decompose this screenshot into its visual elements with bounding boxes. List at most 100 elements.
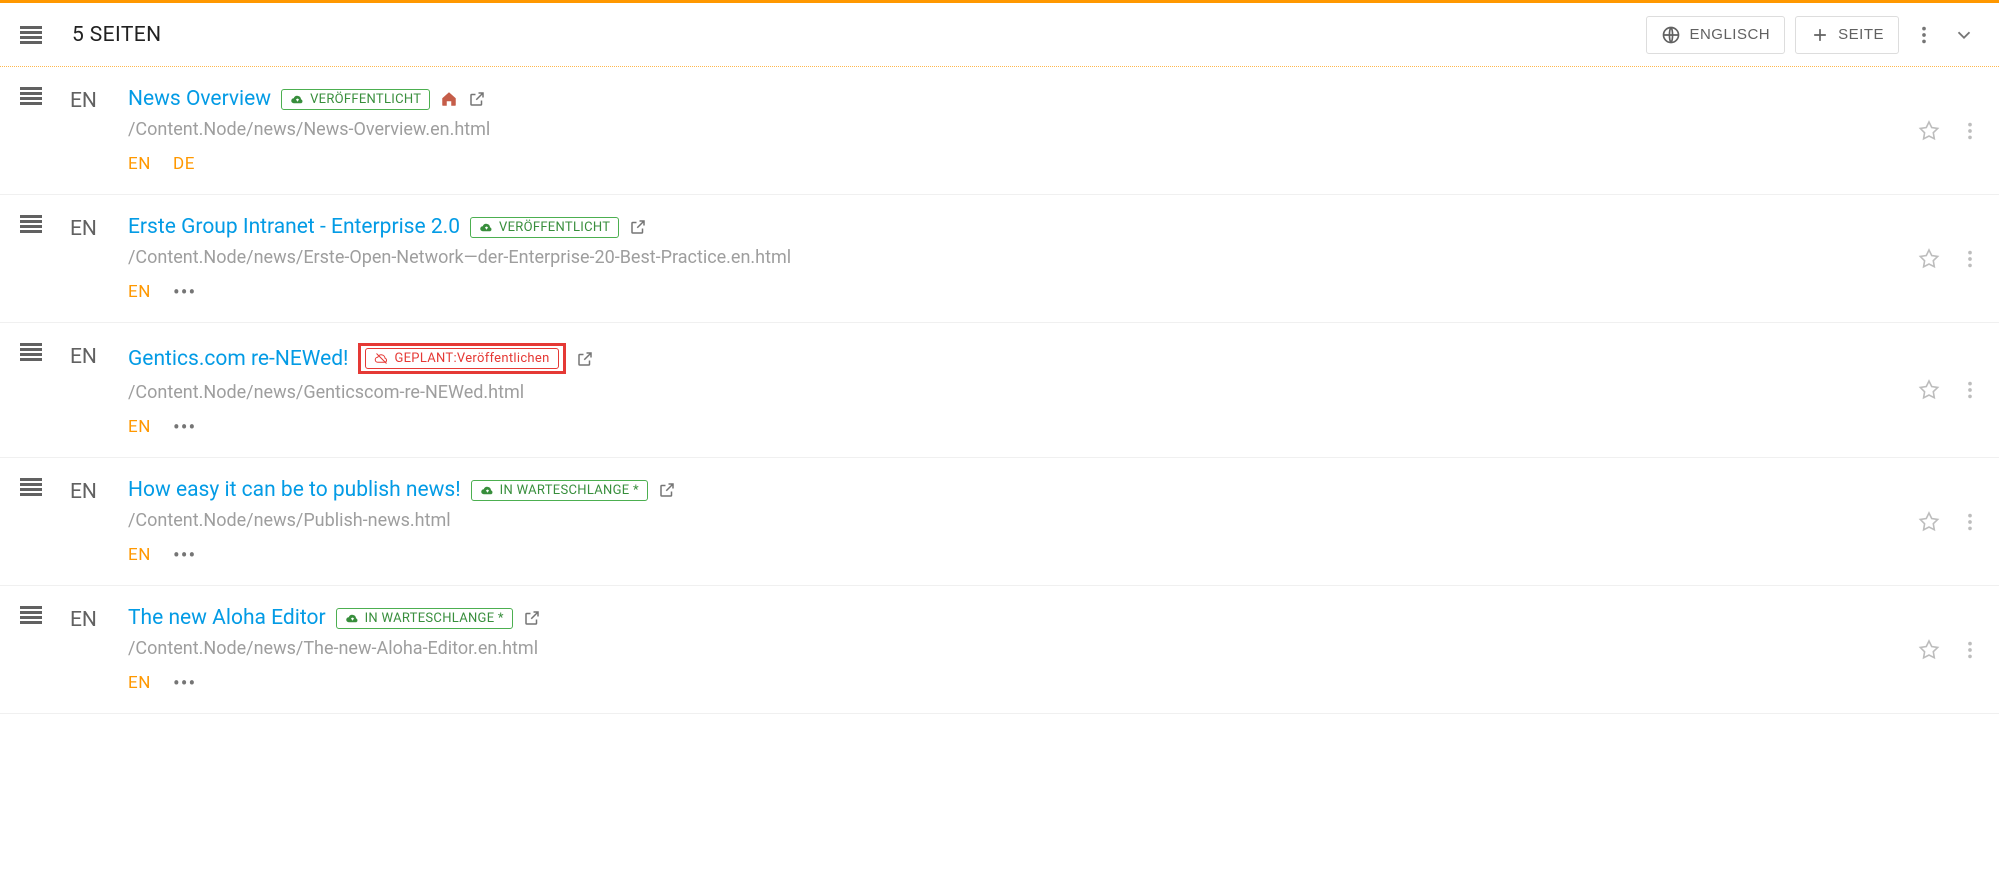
page-count-title: 5 SEITEN [72,23,161,47]
page-row: EN Gentics.com re-NEWed! GEPLANT:Veröffent… [0,323,1999,458]
language-selector-label: ENGLISCH [1689,26,1770,43]
open-external-icon[interactable] [468,90,486,108]
page-path: /Content.Node/news/The-new-Aloha-Editor.… [128,638,1979,659]
lang-chip[interactable]: EN [128,282,151,302]
row-languages: EN ••• [128,417,1979,437]
kebab-icon [1913,24,1935,46]
row-lang: EN [70,478,100,504]
open-external-icon[interactable] [629,218,647,236]
status-badge: VERÖFFENTLICHT [281,89,430,110]
status-badge: IN WARTESCHLANGE * [336,608,513,629]
highlight-box: GEPLANT:Veröffentlichen [358,343,565,374]
row-content: News Overview VERÖFFENTLICHT/Content.Node… [128,87,1979,174]
page-title-link[interactable]: The new Aloha Editor [128,606,326,630]
add-page-button[interactable]: SEITE [1795,16,1899,54]
open-external-icon[interactable] [658,481,676,499]
page-path: /Content.Node/news/Genticscom-re-NEWed.h… [128,382,1979,403]
open-external-icon[interactable] [576,350,594,368]
list-icon[interactable] [20,478,42,496]
kebab-icon[interactable] [1959,248,1981,270]
kebab-icon[interactable] [1959,511,1981,533]
lang-chip[interactable]: EN [128,545,151,565]
kebab-menu-button[interactable] [1909,20,1939,50]
row-title-line: Erste Group Intranet - Enterprise 2.0 VER… [128,215,1979,239]
page-title-link[interactable]: Erste Group Intranet - Enterprise 2.0 [128,215,460,239]
open-external-icon[interactable] [523,609,541,627]
row-lang: EN [70,215,100,241]
row-languages: EN ••• [128,545,1979,565]
language-selector-button[interactable]: ENGLISCH [1646,16,1785,54]
cloud-off-icon [374,351,389,366]
status-badge: IN WARTESCHLANGE * [471,480,648,501]
page-path: /Content.Node/news/Publish-news.html [128,510,1979,531]
more-languages-button[interactable]: ••• [173,545,196,565]
row-title-line: News Overview VERÖFFENTLICHT [128,87,1979,111]
row-content: Gentics.com re-NEWed! GEPLANT:Veröffentli… [128,343,1979,437]
cloud-up-icon [480,483,495,498]
star-icon[interactable] [1917,510,1941,534]
cloud-up-icon [479,220,494,235]
kebab-icon[interactable] [1959,120,1981,142]
page-row: EN News Overview VERÖFFENTLICHT/Content.No… [0,67,1999,195]
page-path: /Content.Node/news/News-Overview.en.html [128,119,1979,140]
row-actions [1917,119,1981,143]
row-actions [1917,378,1981,402]
home-icon [440,90,458,108]
row-lang: EN [70,343,100,369]
row-lang: EN [70,606,100,632]
star-icon[interactable] [1917,247,1941,271]
globe-icon [1661,25,1681,45]
lang-chip[interactable]: EN [128,673,151,693]
status-badge-label: VERÖFFENTLICHT [310,92,421,107]
header-right: ENGLISCH SEITE [1646,16,1979,54]
page-title-link[interactable]: News Overview [128,87,271,111]
row-languages: EN ••• [128,282,1979,302]
star-icon[interactable] [1917,638,1941,662]
more-languages-button[interactable]: ••• [173,417,196,437]
add-page-label: SEITE [1838,26,1884,43]
more-languages-button[interactable]: ••• [173,673,196,693]
status-badge-label: GEPLANT:Veröffentlichen [394,351,549,366]
page-title-link[interactable]: How easy it can be to publish news! [128,478,461,502]
list-icon[interactable] [20,87,42,105]
status-badge-label: VERÖFFENTLICHT [499,220,610,235]
row-languages: EN DE [128,154,1979,174]
row-actions [1917,247,1981,271]
status-badge-label: IN WARTESCHLANGE * [365,611,504,626]
kebab-icon[interactable] [1959,379,1981,401]
lang-chip[interactable]: EN [128,417,151,437]
lang-chip[interactable]: EN [128,154,151,174]
more-languages-button[interactable]: ••• [173,282,196,302]
row-actions [1917,638,1981,662]
page-list: EN News Overview VERÖFFENTLICHT/Content.No… [0,67,1999,714]
chevron-down-icon [1953,24,1975,46]
lang-chip[interactable]: DE [173,154,195,174]
row-content: Erste Group Intranet - Enterprise 2.0 VER… [128,215,1979,302]
star-icon[interactable] [1917,119,1941,143]
status-badge: GEPLANT:Veröffentlichen [365,348,558,369]
page-path: /Content.Node/news/Erste-Open-Network—de… [128,247,1979,268]
row-content: The new Aloha Editor IN WARTESCHLANGE * /C… [128,606,1979,693]
page-title-link[interactable]: Gentics.com re-NEWed! [128,347,348,371]
header: 5 SEITEN ENGLISCH SEITE [0,3,1999,67]
list-icon[interactable] [20,606,42,624]
status-badge: VERÖFFENTLICHT [470,217,619,238]
row-content: How easy it can be to publish news! IN WA… [128,478,1979,565]
page-row: EN Erste Group Intranet - Enterprise 2.0 V… [0,195,1999,323]
page-row: EN How easy it can be to publish news! IN … [0,458,1999,586]
star-icon[interactable] [1917,378,1941,402]
row-title-line: How easy it can be to publish news! IN WA… [128,478,1979,502]
row-title-line: Gentics.com re-NEWed! GEPLANT:Veröffentli… [128,343,1979,374]
list-icon[interactable] [20,343,42,361]
cloud-up-icon [290,92,305,107]
plus-icon [1810,25,1830,45]
page-row: EN The new Aloha Editor IN WARTESCHLANGE *… [0,586,1999,714]
row-actions [1917,510,1981,534]
collapse-button[interactable] [1949,20,1979,50]
status-badge-label: IN WARTESCHLANGE * [500,483,639,498]
cloud-up-icon [345,611,360,626]
header-left: 5 SEITEN [20,23,161,47]
list-icon[interactable] [20,26,42,44]
kebab-icon[interactable] [1959,639,1981,661]
list-icon[interactable] [20,215,42,233]
